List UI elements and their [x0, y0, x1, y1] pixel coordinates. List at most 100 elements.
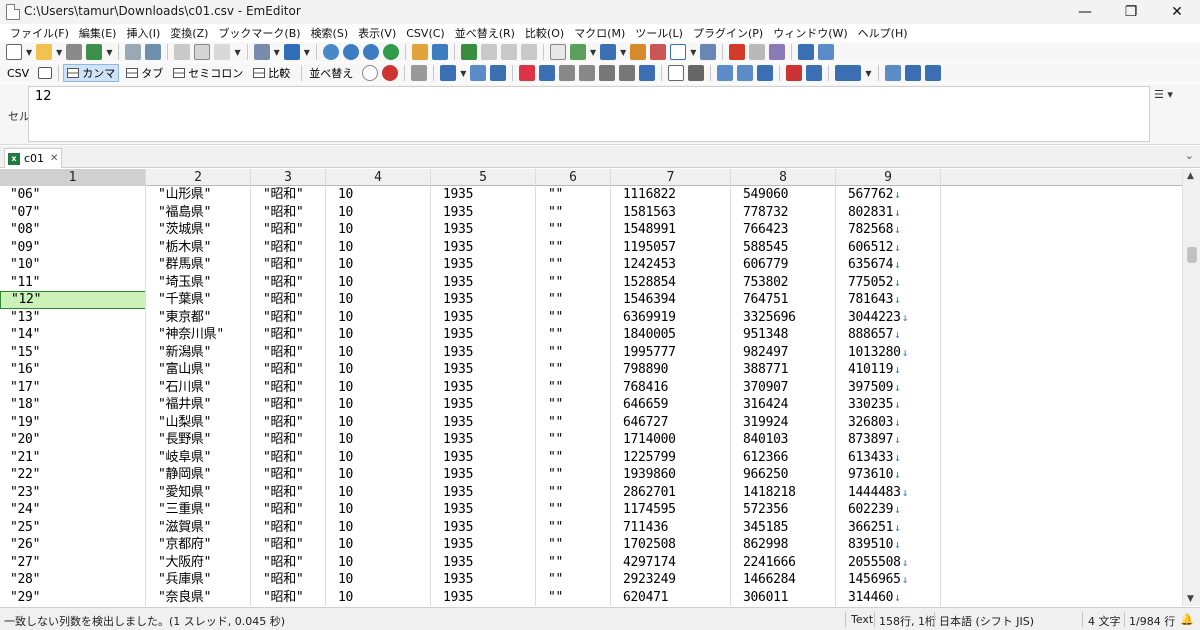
table-cell[interactable]: 602239↓ [836, 501, 941, 519]
table-cell[interactable]: "昭和" [251, 414, 326, 432]
sort-length-descending-icon[interactable] [619, 65, 636, 81]
spell-check-icon[interactable] [549, 44, 566, 60]
table-cell[interactable]: 2862701 [611, 484, 731, 502]
table-cell[interactable]: 873897↓ [836, 431, 941, 449]
table-cell[interactable]: "" [536, 536, 611, 554]
table-cell[interactable]: 1995777 [611, 344, 731, 362]
table-cell[interactable]: "神奈川県" [146, 326, 251, 344]
table-cell[interactable]: "" [536, 554, 611, 572]
split-horizontal-icon[interactable] [500, 44, 517, 60]
record-macro-icon[interactable] [729, 44, 746, 60]
table-cell[interactable]: 2055508↓ [836, 554, 941, 572]
table-cell[interactable]: 1935 [431, 519, 536, 537]
table-cell[interactable]: 966250 [731, 466, 836, 484]
table-cell[interactable]: 10 [326, 396, 431, 414]
table-cell[interactable]: 10 [326, 431, 431, 449]
table-cell[interactable]: "25" [0, 519, 146, 537]
table-cell[interactable]: 1444483↓ [836, 484, 941, 502]
table-cell[interactable]: "28" [0, 571, 146, 589]
undo-icon[interactable] [253, 44, 270, 60]
table-cell[interactable]: 1935 [431, 554, 536, 572]
menu-macro[interactable]: マクロ(M) [574, 25, 625, 41]
find-previous-icon[interactable] [362, 44, 379, 60]
table-cell[interactable]: "" [536, 414, 611, 432]
minimize-button[interactable]: — [1062, 0, 1108, 24]
table-cell[interactable]: 6369919 [611, 309, 731, 327]
adjust-column-icon[interactable] [470, 65, 487, 81]
table-cell[interactable]: 1935 [431, 536, 536, 554]
table-cell[interactable]: "福島県" [146, 204, 251, 222]
table-cell[interactable]: 606512↓ [836, 239, 941, 257]
table-cell[interactable]: "" [536, 221, 611, 239]
table-icon[interactable] [688, 65, 705, 81]
table-cell[interactable]: 612366 [731, 449, 836, 467]
table-cell[interactable]: "昭和" [251, 554, 326, 572]
sort-length-ascending-icon[interactable] [599, 65, 616, 81]
table-cell[interactable]: 778732 [731, 204, 836, 222]
table-cell[interactable]: "愛知県" [146, 484, 251, 502]
table-cell[interactable]: 370907 [731, 379, 836, 397]
table-cell[interactable]: 4297174 [611, 554, 731, 572]
vertical-scrollbar[interactable]: ▲ ▼ [1182, 169, 1200, 606]
table-cell[interactable]: "石川県" [146, 379, 251, 397]
replace-icon[interactable] [382, 44, 399, 60]
table-cell[interactable]: 1581563 [611, 204, 731, 222]
menu-insert[interactable]: 挿入(I) [126, 25, 160, 41]
table-cell[interactable]: "昭和" [251, 344, 326, 362]
table-cell[interactable]: 1935 [431, 501, 536, 519]
table-cell[interactable]: "東京都" [146, 309, 251, 327]
table-cell[interactable]: 1935 [431, 414, 536, 432]
table-cell[interactable]: 1935 [431, 291, 536, 309]
menu-view[interactable]: 表示(V) [358, 25, 396, 41]
table-cell[interactable]: 862998 [731, 536, 836, 554]
scroll-up-icon[interactable]: ▲ [1187, 171, 1194, 181]
csv-icon[interactable] [38, 67, 53, 79]
table-cell[interactable]: 10 [326, 274, 431, 292]
numbered-list-icon[interactable] [786, 65, 803, 81]
sort-numeric-descending-icon[interactable] [579, 65, 596, 81]
table-cell[interactable]: "12" [0, 291, 146, 309]
table-cell[interactable]: 10 [326, 501, 431, 519]
table-cell[interactable]: 1546394 [611, 291, 731, 309]
filter-icon[interactable] [431, 44, 448, 60]
table-cell[interactable]: "京都府" [146, 536, 251, 554]
table-cell[interactable]: "" [536, 239, 611, 257]
compare-button[interactable]: 比較 [250, 64, 293, 82]
table-cell[interactable]: 613433↓ [836, 449, 941, 467]
chevron-down-icon[interactable]: ▼ [274, 48, 280, 57]
new-file-icon[interactable] [6, 44, 22, 60]
status-encoding[interactable]: 日本語 (シフト JIS) [939, 613, 1034, 629]
table-cell[interactable]: 646659 [611, 396, 731, 414]
table-cell[interactable]: 1714000 [611, 431, 731, 449]
table-cell[interactable]: "" [536, 589, 611, 607]
table-cell[interactable]: 10 [326, 414, 431, 432]
table-cell[interactable]: 326803↓ [836, 414, 941, 432]
filter-settings-icon[interactable] [884, 65, 901, 81]
table-cell[interactable]: "昭和" [251, 239, 326, 257]
table-cell[interactable]: "26" [0, 536, 146, 554]
table-cell[interactable]: 1418218 [731, 484, 836, 502]
table-cell[interactable]: "長野県" [146, 431, 251, 449]
table-cell[interactable]: "07" [0, 204, 146, 222]
table-cell[interactable]: 839510↓ [836, 536, 941, 554]
table-cell[interactable]: 802831↓ [836, 204, 941, 222]
table-cell[interactable]: "昭和" [251, 361, 326, 379]
chevron-down-icon[interactable]: ▼ [26, 48, 32, 57]
table-cell[interactable]: "16" [0, 361, 146, 379]
table-cell[interactable]: "14" [0, 326, 146, 344]
table-cell[interactable]: 1528854 [611, 274, 731, 292]
table-cell[interactable]: "" [536, 484, 611, 502]
table-cell[interactable]: 646727 [611, 414, 731, 432]
table-cell[interactable]: "" [536, 396, 611, 414]
menu-csv[interactable]: CSV(C) [406, 27, 444, 40]
table-cell[interactable]: 10 [326, 554, 431, 572]
menu-sort[interactable]: 並べ替え(R) [455, 25, 515, 41]
csv-grid[interactable]: 123456789 "06" "山形県" "昭和" 10 1935 "" 1116822 54… [0, 169, 1182, 606]
table-cell[interactable]: "" [536, 326, 611, 344]
table-cell[interactable]: 840103 [731, 431, 836, 449]
menu-edit[interactable]: 編集(E) [79, 25, 117, 41]
table-cell[interactable]: "" [536, 431, 611, 449]
table-cell[interactable]: "" [536, 379, 611, 397]
table-cell[interactable]: 1935 [431, 204, 536, 222]
split-window-icon[interactable] [480, 44, 497, 60]
